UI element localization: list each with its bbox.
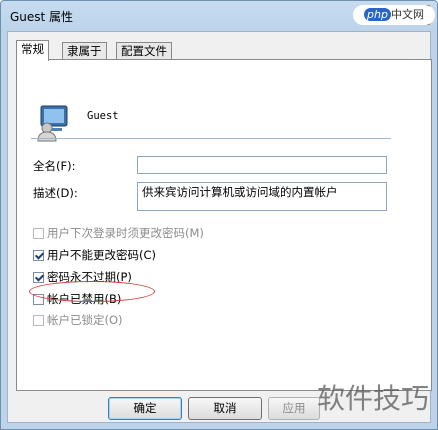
- properties-window: Guest 属性 X php中文网 常规 隶属于 配置文件 Guest 全名(F…: [0, 0, 438, 430]
- description-input[interactable]: 供来宾访问计算机或访问域的内置帐户: [137, 182, 387, 211]
- checkbox-box: [33, 272, 44, 283]
- window-title: Guest 属性: [10, 10, 74, 24]
- tab-general[interactable]: 常规: [16, 40, 49, 61]
- fullname-label: 全名(F):: [33, 159, 76, 173]
- checkbox-box: [33, 315, 44, 326]
- ok-button[interactable]: 确定: [108, 397, 182, 420]
- checkbox-box: [33, 228, 44, 239]
- checkbox-label: 用户下次登录时须更改密码(M): [47, 226, 204, 240]
- header-divider: [31, 138, 391, 139]
- user-monitor-icon: [37, 105, 68, 142]
- logo-text: 中文网: [390, 8, 424, 21]
- checkbox-label: 帐户已锁定(O): [47, 313, 123, 327]
- fullname-input[interactable]: [137, 156, 387, 174]
- description-label: 描述(D):: [33, 186, 78, 200]
- username: Guest: [87, 110, 119, 122]
- logo-php: php: [364, 8, 391, 21]
- apply-button[interactable]: 应用: [268, 397, 320, 420]
- checkbox-cannot-change-password[interactable]: 用户不能更改密码(C): [33, 247, 157, 262]
- tab-member-of[interactable]: 隶属于: [62, 42, 107, 60]
- site-logo: php 中文网: [353, 5, 435, 25]
- checkbox-account-locked[interactable]: 帐户已锁定(O): [33, 312, 123, 327]
- checkbox-box: [33, 250, 44, 261]
- cancel-button[interactable]: 取消: [188, 397, 262, 420]
- general-panel: Guest 全名(F): 描述(D): 供来宾访问计算机或访问域的内置帐户 用户…: [16, 59, 432, 391]
- tab-profile[interactable]: 配置文件: [116, 42, 172, 60]
- watermark-text: 软件技巧: [316, 382, 429, 415]
- dialog-body: 常规 隶属于 配置文件 Guest 全名(F): 描述(D): 供来宾访问计算机…: [7, 31, 432, 423]
- checkbox-must-change-password[interactable]: 用户下次登录时须更改密码(M): [33, 225, 204, 240]
- checkbox-label: 用户不能更改密码(C): [47, 248, 157, 262]
- highlight-annotation: [29, 281, 155, 302]
